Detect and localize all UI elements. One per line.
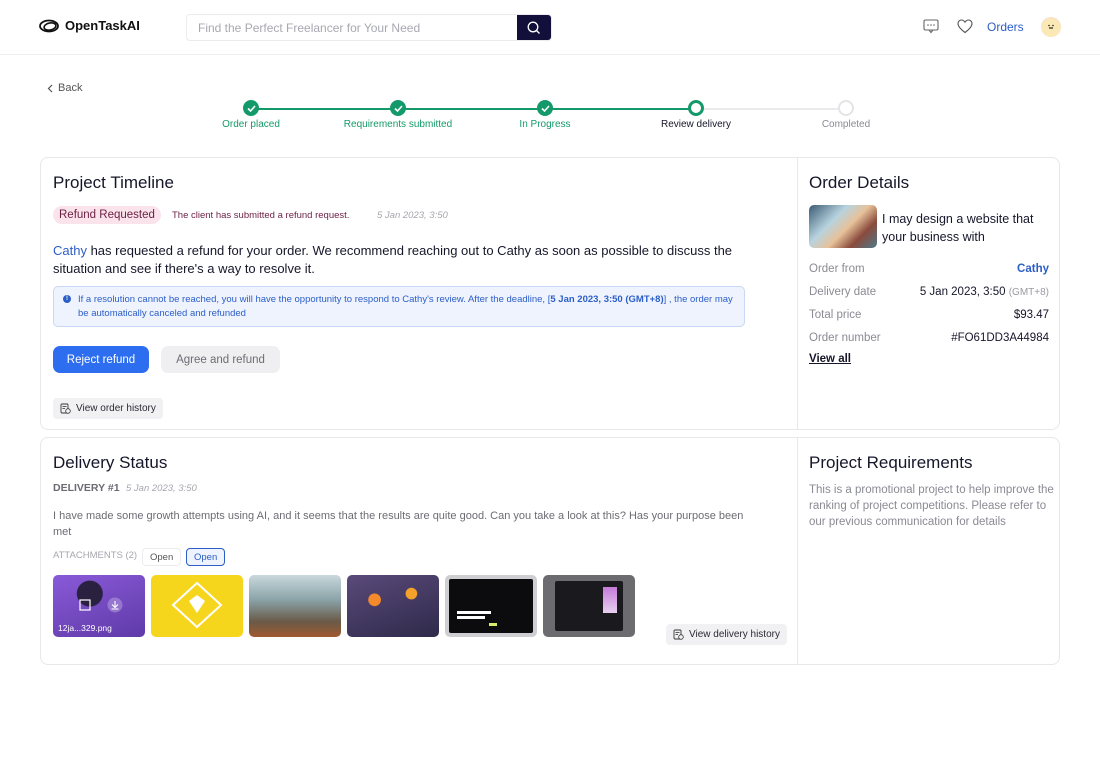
view-delivery-history-label: View delivery history: [689, 629, 780, 640]
search-input[interactable]: [187, 15, 517, 40]
delivery-message: I have made some growth attempts using A…: [53, 510, 744, 538]
order-details-panel: Order Details I may design a website tha…: [798, 158, 1060, 429]
delivery-timestamp: 5 Jan 2023, 3:50: [126, 483, 197, 494]
delivery-date-value: 5 Jan 2023, 3:50 (GMT+8): [919, 286, 1049, 298]
delivery-date-label: Delivery date: [809, 286, 877, 298]
order-number-row: Order number #FO61DD3A44984: [809, 332, 1049, 344]
back-button[interactable]: Back: [47, 82, 82, 94]
delivery-number: DELIVERY #1: [53, 482, 120, 494]
order-from-row: Order from Cathy: [809, 263, 1049, 275]
order-from-link[interactable]: Cathy: [1017, 263, 1049, 275]
order-progress-stepper: Order placed Requirements submitted In Pro…: [196, 100, 908, 136]
info-icon: !: [63, 295, 71, 303]
step-review-delivery: Review delivery: [626, 100, 766, 130]
thumbnail-art-line: [457, 611, 491, 614]
info-text: If a resolution cannot be reached, you w…: [78, 294, 551, 305]
step-completed: Completed: [776, 100, 916, 130]
thumbnail-art: [171, 581, 223, 629]
project-requirements-panel: Project Requirements This is a promotion…: [798, 438, 1060, 664]
thumbnail-art-line: [457, 616, 485, 619]
attachment-thumbnail[interactable]: 12ja...329.png: [53, 575, 145, 637]
chevron-left-icon: [47, 84, 53, 92]
view-order-history-label: View order history: [76, 403, 156, 414]
thumbnail-art: [449, 579, 533, 633]
step-requirements-submitted: Requirements submitted: [328, 100, 468, 130]
step-label: Requirements submitted: [343, 119, 453, 130]
step-label: Review delivery: [660, 119, 732, 130]
thumbnail-art-block: [603, 587, 617, 613]
delivery-status-title: Delivery Status: [53, 453, 168, 472]
step-label: In Progress: [519, 119, 571, 130]
order-from-label: Order from: [809, 263, 865, 275]
thumbnail-art-line: [489, 623, 497, 626]
attachment-thumbnail[interactable]: [151, 575, 243, 637]
project-timeline-card: Project Timeline Refund Requested The cl…: [40, 157, 1060, 430]
gig-title[interactable]: I may design a website that your busines…: [882, 210, 1052, 246]
order-details-title: Order Details: [809, 173, 910, 192]
view-delivery-history-button[interactable]: View delivery history: [666, 624, 787, 645]
avatar[interactable]: [1041, 17, 1061, 37]
check-icon: [243, 100, 259, 116]
project-timeline-title: Project Timeline: [53, 173, 174, 192]
step-dot: [838, 100, 854, 116]
reject-refund-button[interactable]: Reject refund: [53, 346, 149, 373]
avatar-face-icon: [1048, 24, 1054, 29]
search-icon: [527, 21, 540, 34]
brand-name: OpenTaskAI: [65, 18, 140, 33]
refund-message-text: has requested a refund for your order. W…: [53, 243, 733, 276]
total-price-row: Total price $93.47: [809, 309, 1049, 321]
project-requirements-text: This is a promotional project to help im…: [809, 484, 1054, 528]
client-name-link[interactable]: Cathy: [53, 243, 87, 258]
step-label: Order placed: [222, 119, 280, 130]
attachment-thumbnail[interactable]: [543, 575, 635, 637]
view-order-history-button[interactable]: View order history: [53, 398, 163, 419]
delivery-date-row: Delivery date 5 Jan 2023, 3:50 (GMT+8): [809, 286, 1049, 298]
attachments-label: ATTACHMENTS (2): [53, 550, 138, 561]
refund-message: Cathy has requested a refund for your or…: [53, 242, 773, 278]
message-icon[interactable]: [923, 19, 939, 39]
back-label: Back: [58, 82, 83, 94]
attachment-filename: 12ja...329.png: [58, 623, 112, 633]
delivery-status-card: Delivery Status DELIVERY #1 5 Jan 2023, …: [40, 437, 1060, 665]
logo[interactable]: OpenTaskAI: [39, 18, 140, 33]
step-order-placed: Order placed: [181, 100, 321, 130]
search-bar: [186, 14, 552, 41]
order-number-value: #FO61DD3A44984: [951, 332, 1049, 344]
open-attachment-button[interactable]: Open: [142, 548, 182, 566]
refund-note: The client has submitted a refund reques…: [172, 210, 350, 221]
agree-refund-button[interactable]: Agree and refund: [161, 346, 280, 373]
info-notice: ! If a resolution cannot be reached, you…: [53, 286, 745, 327]
download-icon: [107, 597, 123, 613]
step-dot: [688, 100, 704, 116]
open-attachment-button-active[interactable]: Open: [186, 548, 226, 566]
order-number-label: Order number: [809, 332, 881, 344]
check-icon: [390, 100, 406, 116]
step-in-progress: In Progress: [475, 100, 615, 130]
total-price-value: $93.47: [1013, 309, 1049, 321]
expand-icon: [79, 599, 91, 611]
top-nav: OpenTaskAI Orders: [0, 0, 1100, 55]
refund-timestamp: 5 Jan 2023, 3:50: [377, 210, 448, 221]
project-requirements-title: Project Requirements: [809, 453, 973, 472]
search-button[interactable]: [517, 15, 551, 40]
attachment-thumbnail[interactable]: [445, 575, 537, 637]
orders-link[interactable]: Orders: [987, 20, 1024, 34]
status-badge: Refund Requested: [53, 206, 161, 224]
logo-icon: [39, 19, 59, 32]
heart-icon[interactable]: [957, 19, 973, 39]
attachment-thumbnail[interactable]: [249, 575, 341, 637]
thumbnail-art: [555, 581, 623, 631]
gig-thumbnail[interactable]: [809, 205, 877, 248]
attachment-thumbnail[interactable]: [347, 575, 439, 637]
history-icon: [60, 403, 71, 414]
view-all-link[interactable]: View all: [809, 353, 851, 365]
history-icon: [673, 629, 684, 640]
total-price-label: Total price: [809, 309, 862, 321]
info-deadline: 5 Jan 2023, 3:50 (GMT+8): [550, 294, 664, 305]
check-icon: [537, 100, 553, 116]
step-label: Completed: [821, 119, 871, 130]
